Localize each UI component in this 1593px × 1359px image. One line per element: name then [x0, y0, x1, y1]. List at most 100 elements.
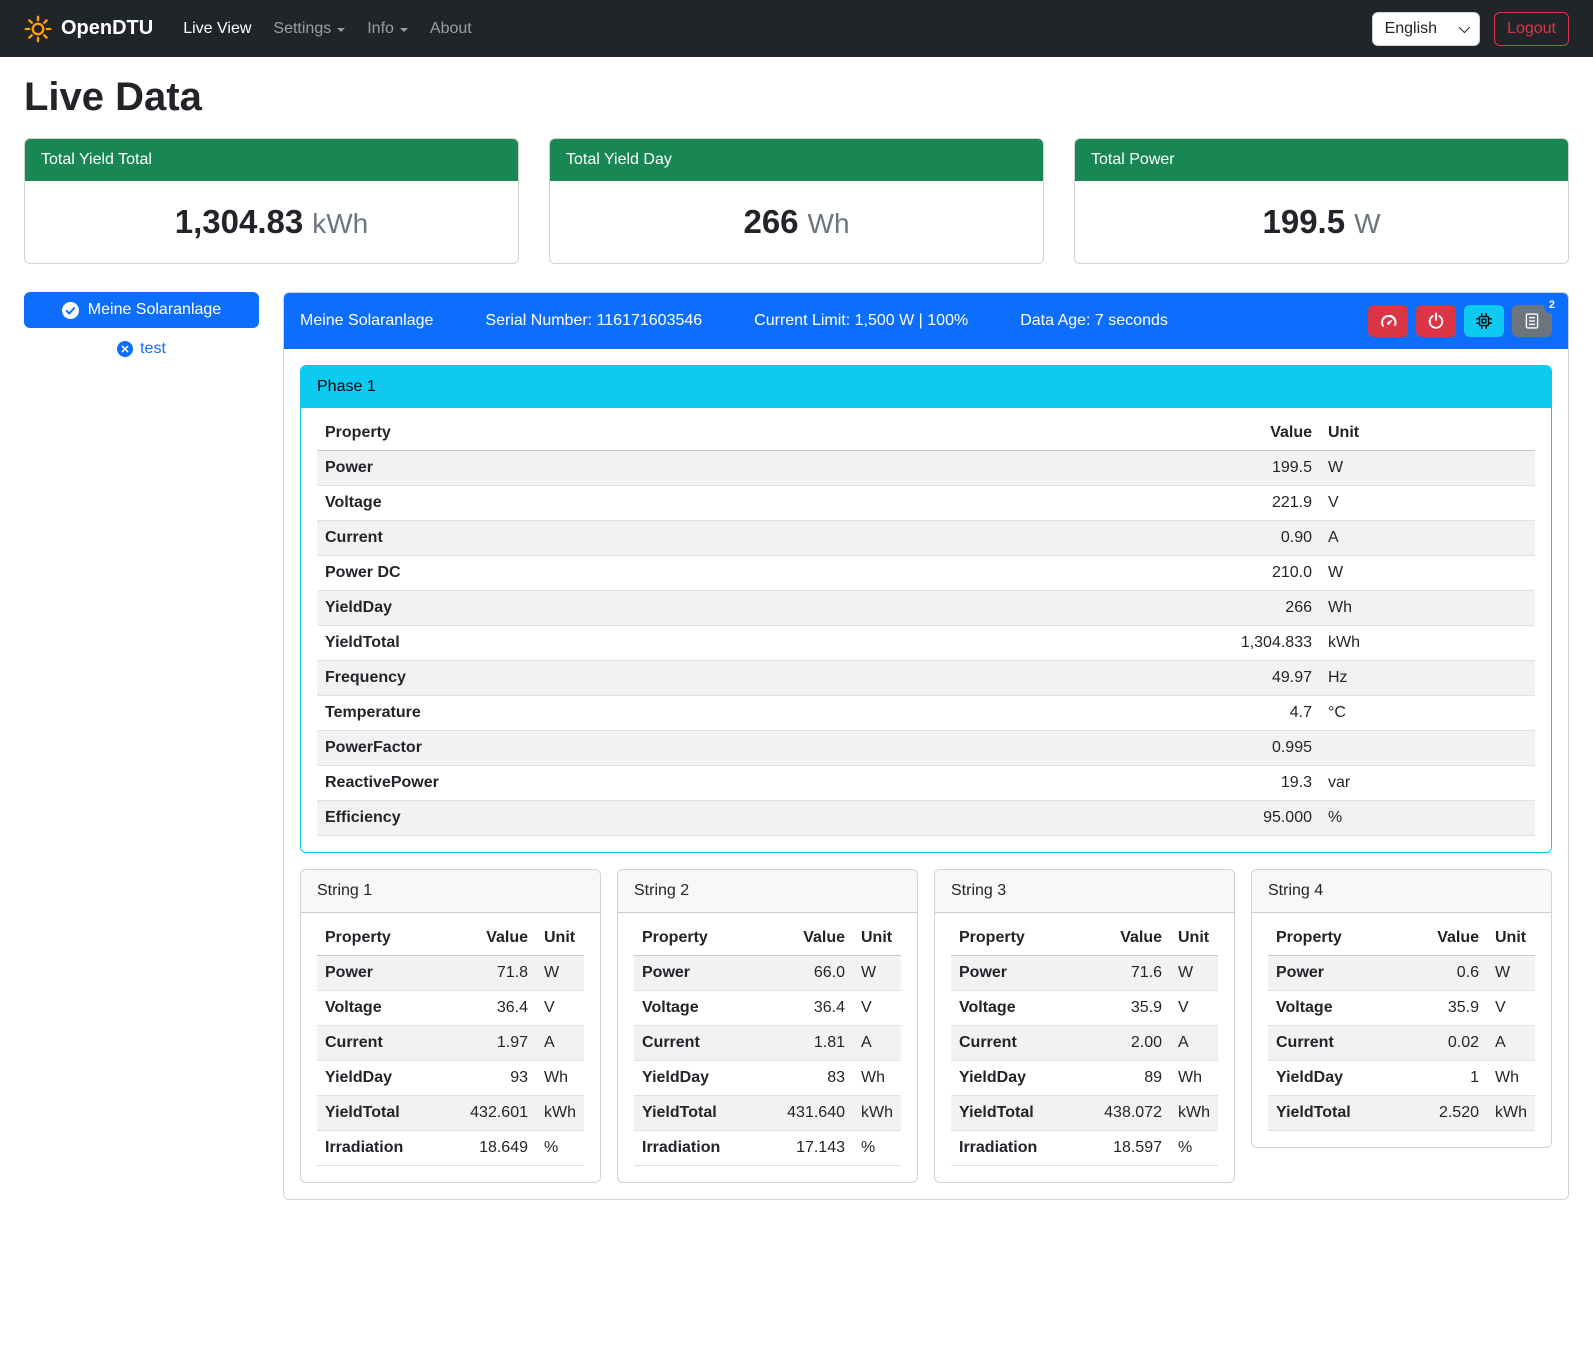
- property-unit: Wh: [536, 1061, 584, 1096]
- property-value: 35.9: [1405, 991, 1487, 1026]
- property-unit: W: [853, 956, 901, 991]
- property-value: 432.601: [454, 1096, 536, 1131]
- property-value: 0.6: [1405, 956, 1487, 991]
- col-unit: Unit: [1487, 921, 1535, 956]
- property-unit: W: [1170, 956, 1218, 991]
- table-row: Current 1.97 A: [317, 1026, 584, 1061]
- nav-info[interactable]: Info: [359, 12, 416, 46]
- property-value: 71.6: [1088, 956, 1170, 991]
- string-4-card: String 4 Property Value Unit: [1251, 869, 1552, 1148]
- caret-down-icon: [400, 28, 408, 32]
- property-unit: Hz: [1320, 661, 1535, 696]
- property-name: Frequency: [317, 661, 917, 696]
- table-header-row: Property Value Unit: [317, 416, 1535, 451]
- device-info-button[interactable]: [1464, 305, 1504, 337]
- property-unit: var: [1320, 766, 1535, 801]
- property-name: Current: [951, 1026, 1088, 1061]
- nav-live-view[interactable]: Live View: [175, 12, 259, 46]
- total-yield-total-card: Total Yield Total 1,304.83kWh: [24, 138, 519, 264]
- table-row: Power 199.5 W: [317, 451, 1535, 486]
- col-unit: Unit: [1320, 416, 1535, 451]
- property-value: 1.81: [771, 1026, 853, 1061]
- string-3-card: String 3 Property Value Unit: [934, 869, 1235, 1183]
- table-row: Power 71.8 W: [317, 956, 584, 991]
- property-name: Temperature: [317, 696, 917, 731]
- col-value: Value: [454, 921, 536, 956]
- nav-about[interactable]: About: [422, 12, 480, 46]
- property-unit: Wh: [1320, 591, 1535, 626]
- limit-settings-button[interactable]: [1368, 305, 1408, 337]
- table-row: Efficiency 95.000 %: [317, 801, 1535, 836]
- caret-down-icon: [337, 28, 345, 32]
- inverter-list: Meine Solaranlage test: [24, 292, 259, 358]
- property-value: 2.00: [1088, 1026, 1170, 1061]
- power-settings-button[interactable]: [1416, 305, 1456, 337]
- brand[interactable]: OpenDTU: [24, 15, 153, 43]
- inverter-select-meine-solaranlage[interactable]: Meine Solaranlage: [24, 292, 259, 328]
- page-title: Live Data: [24, 75, 1569, 120]
- nav-links: Live View Settings Info About: [175, 12, 1371, 46]
- nav-settings[interactable]: Settings: [265, 12, 353, 46]
- table-header-row: Property Value Unit: [1268, 921, 1535, 956]
- table-row: YieldTotal 2.520 kWh: [1268, 1096, 1535, 1131]
- property-value: 4.7: [917, 696, 1320, 731]
- inverter-limit: Current Limit: 1,500 W | 100%: [754, 312, 968, 330]
- property-name: Voltage: [317, 991, 454, 1026]
- table-row: YieldDay 1 Wh: [1268, 1061, 1535, 1096]
- table-row: YieldTotal 1,304.833 kWh: [317, 626, 1535, 661]
- event-log-button[interactable]: 2: [1512, 305, 1552, 337]
- property-name: Voltage: [317, 486, 917, 521]
- table-row: ReactivePower 19.3 var: [317, 766, 1535, 801]
- property-name: YieldDay: [317, 1061, 454, 1096]
- property-unit: V: [1170, 991, 1218, 1026]
- property-unit: Wh: [1487, 1061, 1535, 1096]
- stat-unit: W: [1354, 208, 1380, 239]
- total-yield-day-card: Total Yield Day 266Wh: [549, 138, 1044, 264]
- property-value: 66.0: [771, 956, 853, 991]
- logout-button[interactable]: Logout: [1494, 12, 1569, 46]
- string-4-table: Property Value Unit Power 0.6 W Voltage …: [1268, 921, 1535, 1131]
- table-row: Power DC 210.0 W: [317, 556, 1535, 591]
- property-value: 431.640: [771, 1096, 853, 1131]
- property-name: Current: [634, 1026, 771, 1061]
- property-name: YieldTotal: [951, 1096, 1088, 1131]
- table-row: YieldTotal 431.640 kWh: [634, 1096, 901, 1131]
- phase-card: Phase 1 Property Value Unit Power: [300, 365, 1552, 853]
- strings-row: String 1 Property Value Unit: [300, 869, 1552, 1183]
- card-title: Total Yield Day: [550, 139, 1043, 181]
- property-name: Irradiation: [317, 1131, 454, 1166]
- property-value: 2.520: [1405, 1096, 1487, 1131]
- string-1-table: Property Value Unit Power 71.8 W Voltage…: [317, 921, 584, 1166]
- language-select[interactable]: English: [1372, 12, 1480, 46]
- x-circle-icon: [117, 341, 133, 357]
- inverter-card-header: Meine Solaranlage Serial Number: 1161716…: [284, 293, 1568, 349]
- stat-value: 266: [743, 203, 798, 240]
- property-value: 221.9: [917, 486, 1320, 521]
- table-row: Irradiation 17.143 %: [634, 1131, 901, 1166]
- table-row: Power 0.6 W: [1268, 956, 1535, 991]
- property-value: 83: [771, 1061, 853, 1096]
- table-row: Temperature 4.7 °C: [317, 696, 1535, 731]
- string-1-table-body: Power 71.8 W Voltage 36.4 V Current 1.97…: [317, 956, 584, 1166]
- inverter-select-test[interactable]: test: [24, 340, 259, 358]
- inverter-name: Meine Solaranlage: [88, 301, 221, 319]
- col-value: Value: [771, 921, 853, 956]
- language-value: English: [1385, 20, 1437, 38]
- property-unit: W: [1487, 956, 1535, 991]
- inverter-name: Meine Solaranlage: [300, 312, 433, 330]
- property-name: Power: [951, 956, 1088, 991]
- table-row: Current 0.90 A: [317, 521, 1535, 556]
- property-value: 89: [1088, 1061, 1170, 1096]
- property-name: Power: [317, 451, 917, 486]
- property-name: Irradiation: [951, 1131, 1088, 1166]
- property-name: YieldTotal: [317, 626, 917, 661]
- col-value: Value: [1088, 921, 1170, 956]
- property-value: 71.8: [454, 956, 536, 991]
- property-name: Efficiency: [317, 801, 917, 836]
- property-unit: kWh: [1487, 1096, 1535, 1131]
- property-name: Current: [317, 1026, 454, 1061]
- table-row: YieldDay 83 Wh: [634, 1061, 901, 1096]
- property-value: 1: [1405, 1061, 1487, 1096]
- phase-table-body: Power 199.5 W Voltage 221.9 V Current 0.…: [317, 451, 1535, 836]
- table-row: PowerFactor 0.995: [317, 731, 1535, 766]
